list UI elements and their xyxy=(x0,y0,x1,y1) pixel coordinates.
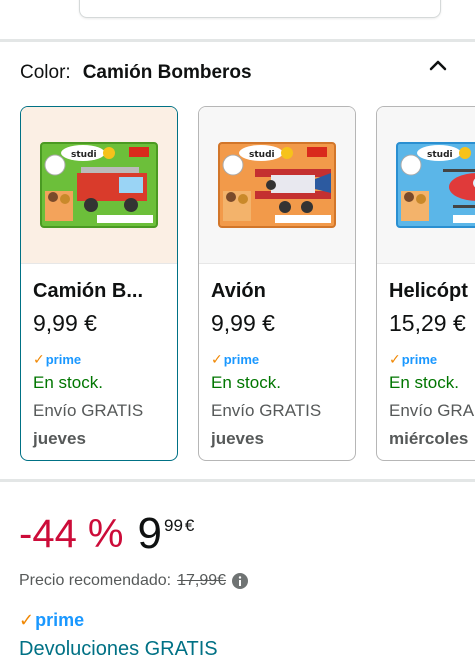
card-price: 15,29 € xyxy=(389,310,466,336)
svg-text:studi: studi xyxy=(71,150,97,160)
variation-selected-value: Camión Bomberos xyxy=(82,62,252,83)
svg-text:studi: studi xyxy=(427,150,453,160)
variation-card-airplane[interactable]: studi Avión 9,99 € ✓ prime En stock. Env… xyxy=(198,106,356,461)
prime-label: prime xyxy=(223,351,260,367)
rrp-value: 17,99€ xyxy=(177,572,227,589)
chevron-up-icon[interactable] xyxy=(424,52,452,80)
price-block: -44 % 9 99 € xyxy=(19,508,194,562)
section-divider xyxy=(0,39,475,42)
prime-label: prime xyxy=(35,609,85,630)
check-icon: ✓ xyxy=(19,609,35,630)
fire-truck-box-image: studi xyxy=(40,142,158,228)
delivery-day: jueves xyxy=(211,429,264,448)
prime-badge: ✓ prime xyxy=(33,349,165,369)
card-title: Avión xyxy=(211,280,266,302)
variation-label: Color: xyxy=(20,62,71,83)
variation-cards: studi Camión B... 9,99 € ✓ prime En stock… xyxy=(20,106,475,462)
variation-header: Color: Camión Bomberos xyxy=(20,58,252,88)
section-divider xyxy=(0,479,475,482)
shipping-text: Envío GRATIS xyxy=(211,401,322,420)
prime-label: prime xyxy=(401,351,438,367)
card-price: 9,99 € xyxy=(33,310,97,336)
product-image: studi xyxy=(21,107,177,264)
stock-status: En stock. xyxy=(33,373,103,392)
card-price: 9,99 € xyxy=(211,310,275,336)
delivery-day: jueves xyxy=(33,429,86,448)
airplane-box-image: studi xyxy=(218,142,336,228)
rrp-label: Precio recomendado: xyxy=(19,572,172,589)
product-image: studi xyxy=(377,107,475,264)
shipping-text: Envío GRA xyxy=(389,401,475,420)
price-currency: € xyxy=(184,516,195,535)
shipping-text: Envío GRATIS xyxy=(33,401,144,420)
prime-label: prime xyxy=(45,351,82,367)
price-fraction: 99 xyxy=(163,516,183,535)
variation-card-helicopter[interactable]: studi Helicópt 15,29 € ✓ prime En stock. … xyxy=(376,106,475,461)
svg-text:studi: studi xyxy=(249,150,275,160)
card-title: Camión B... xyxy=(33,280,144,302)
top-area xyxy=(0,0,475,42)
variation-card-fire-truck[interactable]: studi Camión B... 9,99 € ✓ prime En stock… xyxy=(20,106,178,461)
helicopter-box-image: studi xyxy=(396,142,475,228)
free-returns-link[interactable]: Devoluciones GRATIS xyxy=(19,638,218,661)
search-box[interactable] xyxy=(79,0,441,18)
check-icon: ✓ xyxy=(389,350,401,367)
recommended-price: Precio recomendado: 17,99€ xyxy=(19,572,249,590)
stock-status: En stock. xyxy=(389,373,459,392)
card-title: Helicópt xyxy=(389,280,468,302)
delivery-day: miércoles xyxy=(389,429,469,448)
stock-status: En stock. xyxy=(211,373,281,392)
prime-badge: ✓ prime xyxy=(389,349,475,369)
check-icon: ✓ xyxy=(211,350,223,367)
info-icon[interactable] xyxy=(232,573,249,589)
product-image: studi xyxy=(199,107,355,264)
check-icon: ✓ xyxy=(33,350,45,367)
prime-badge: ✓ prime xyxy=(19,608,84,632)
prime-badge: ✓ prime xyxy=(211,349,343,369)
price-whole: 9 xyxy=(137,509,162,558)
discount-percentage: -44 % xyxy=(19,512,124,556)
